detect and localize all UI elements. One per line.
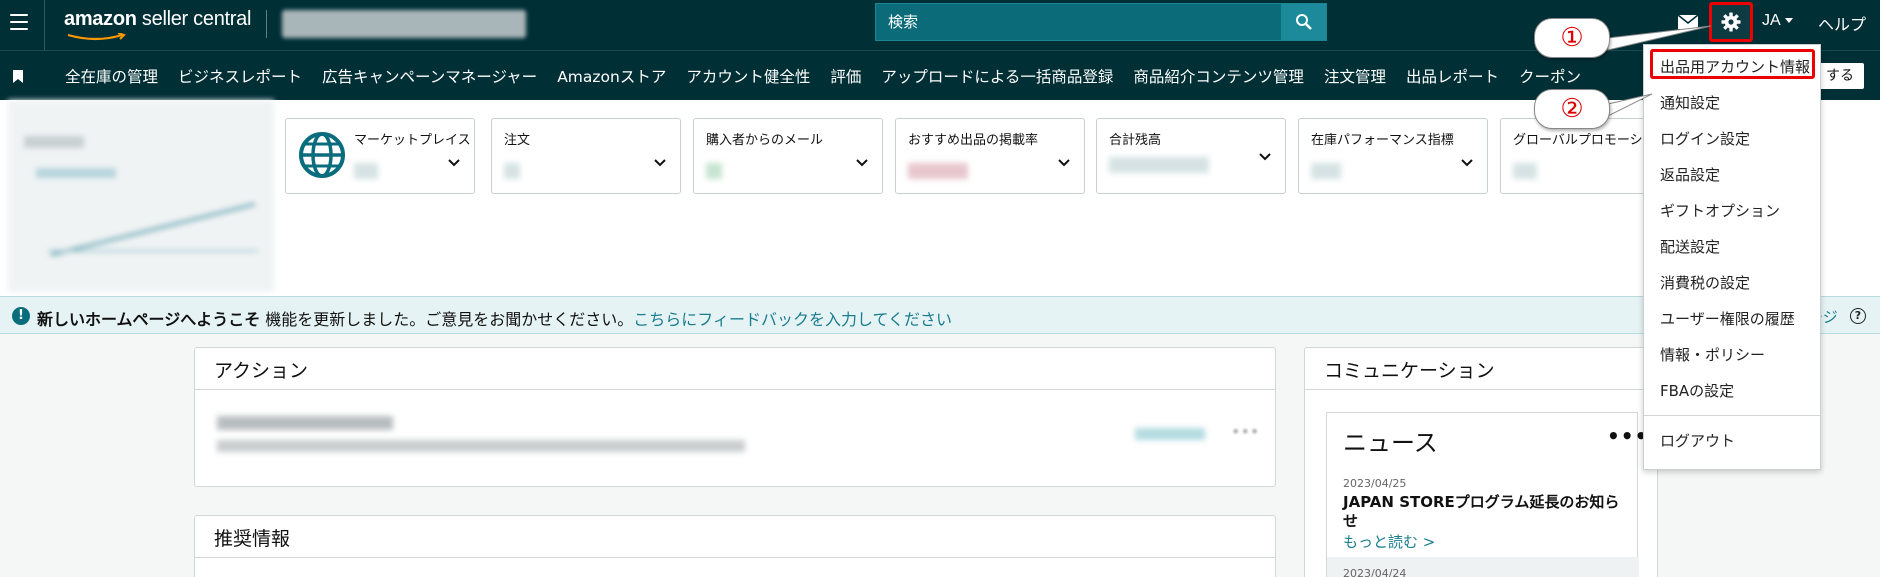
divider [44,0,45,50]
news-date: 2023/04/24 [1327,557,1639,577]
menu-item-logout[interactable]: ログアウト [1660,430,1735,451]
card-value [1109,157,1209,173]
logo-seller-central-text: seller central [136,8,252,30]
card-title: マーケットプレイス [354,133,471,148]
menu-item-user-permissions-history[interactable]: ユーザー権限の履歴 [1660,308,1795,329]
nav-item-orders[interactable]: 注文管理 [1324,65,1386,87]
amazon-smile-icon [67,33,126,41]
nav-item-account-health[interactable]: アカウント健全性 [686,65,810,87]
chevron-down-icon[interactable] [654,159,666,167]
card-value [706,163,722,179]
search-icon [1295,14,1312,30]
chevron-down-icon[interactable] [448,159,460,167]
news-headline[interactable]: JAPAN STOREプログラム延長のお知らせ [1343,493,1633,531]
news-widget: ニュース ••• 2023/04/25 JAPAN STOREプログラム延長のお… [1326,412,1647,577]
search-input[interactable] [876,4,1281,40]
mail-icon[interactable] [1677,14,1699,30]
more-options-icon[interactable]: ••• [1231,422,1259,441]
logo-amazon-text: amazon [64,8,137,30]
callout-step-2: ② [1534,89,1610,129]
card-title: おすすめ出品の掲載率 [908,133,1039,148]
recommendations-panel: 推奨情報 [194,515,1276,577]
nav-item-campaign-manager[interactable]: 広告キャンペーンマネージャー [322,65,537,87]
banner-title: 新しいホームページへようこそ [37,310,261,329]
card-total-balance[interactable]: 合計残高 [1096,118,1286,194]
chevron-down-icon[interactable] [1058,159,1070,167]
help-link[interactable]: ヘルプ [1818,11,1866,35]
card-value [354,163,378,179]
read-more-link[interactable]: もっと読む > [1343,531,1435,552]
dashboard-summary: マーケットプレイス 注文 購入者からのメール おすすめ出品の掲載率 合計残高 在… [0,100,1880,296]
menu-item-info-policy[interactable]: 情報・ポリシー [1660,344,1765,365]
card-value [1311,163,1341,179]
card-marketplace[interactable]: マーケットプレイス [285,118,475,194]
hamburger-menu-icon[interactable] [10,14,28,30]
news-title: ニュース [1343,429,1438,457]
action-panel: アクション ••• [194,347,1276,487]
menu-item-shipping-settings[interactable]: 配送設定 [1660,236,1720,257]
sales-graph-widget [8,100,274,292]
panel-title: アクション [195,348,1275,390]
search-button[interactable] [1281,4,1326,40]
menu-item-label: 出品用アカウント情報 [1660,58,1811,76]
bookmark-icon[interactable] [13,70,23,83]
panel-title: 推奨情報 [195,516,1275,558]
amazon-seller-central-logo[interactable]: amazon seller central [64,8,254,42]
action-item-text [217,440,745,452]
chevron-down-icon[interactable] [1259,153,1271,161]
nav-item-inventory[interactable]: 全在庫の管理 [65,65,158,87]
feedback-link[interactable]: こちらにフィードバックを入力してください [633,310,952,329]
menu-divider [1644,415,1820,416]
chevron-down-icon[interactable] [1461,159,1473,167]
settings-dropdown-menu: 出品用アカウント情報 通知設定 ログイン設定 返品設定 ギフトオプション 配送設… [1643,44,1821,470]
card-title: 合計残高 [1109,133,1162,148]
card-inventory-performance[interactable]: 在庫パフォーマンス指標 [1298,118,1488,194]
card-orders[interactable]: 注文 [491,118,681,194]
menu-item-seller-account-info[interactable]: 出品用アカウント情報 [1650,49,1815,79]
card-title: 購入者からのメール [706,133,824,148]
menu-item-return-settings[interactable]: 返品設定 [1660,164,1720,185]
card-buyer-messages[interactable]: 購入者からのメール [693,118,883,194]
card-value [1513,163,1537,179]
help-question-icon[interactable]: ? [1850,308,1866,324]
menu-item-login-settings[interactable]: ログイン設定 [1660,128,1750,149]
banner-text: 新しいホームページへようこそ 機能を更新しました。ご意見をお聞かせください。こち… [37,306,952,330]
card-title: 注文 [504,133,531,148]
store-selector[interactable] [282,10,526,38]
globe-icon [299,132,345,178]
banner-message: 機能を更新しました。ご意見をお聞かせください。 [260,310,634,329]
nav-item-a-plus-content[interactable]: 商品紹介コンテンツ管理 [1133,65,1304,87]
card-title: 在庫パフォーマンス指標 [1311,133,1454,148]
caret-down-icon [1784,18,1793,24]
nav-item-coupons[interactable]: クーポン [1519,65,1581,87]
menu-item-tax-settings[interactable]: 消費税の設定 [1660,272,1750,293]
card-value [504,163,520,179]
card-featured-offer[interactable]: おすすめ出品の掲載率 [895,118,1085,194]
chevron-down-icon[interactable] [856,159,868,167]
nav-items: 全在庫の管理 ビジネスレポート 広告キャンペーンマネージャー Amazonストア… [65,65,1581,87]
info-icon: ! [12,307,30,325]
language-label: JA [1762,12,1781,29]
menu-item-notification-settings[interactable]: 通知設定 [1660,92,1720,113]
gear-icon [1721,12,1741,32]
search-box [875,3,1327,41]
nav-item-listing-reports[interactable]: 出品レポート [1406,65,1499,87]
settings-button[interactable] [1709,2,1753,42]
menu-item-fba-settings[interactable]: FBAの設定 [1660,380,1734,401]
language-selector[interactable]: JA [1762,12,1793,30]
news-date: 2023/04/25 [1343,477,1407,490]
card-value [908,163,968,179]
nav-item-bulk-upload[interactable]: アップロードによる一括商品登録 [881,65,1113,87]
nav-item-feedback[interactable]: 評価 [830,65,861,87]
callout-step-1: ① [1534,18,1610,58]
action-item-link[interactable] [1135,428,1205,440]
action-item-title [217,416,393,430]
nav-item-business-reports[interactable]: ビジネスレポート [178,65,302,87]
panel-title: コミュニケーション [1305,348,1657,390]
menu-item-gift-options[interactable]: ギフトオプション [1660,200,1780,221]
card-global-promotion[interactable]: グローバルプロモーション [1500,118,1669,194]
divider [266,10,267,38]
nav-item-amazon-store[interactable]: Amazonストア [557,65,666,87]
welcome-banner: ! 新しいホームページへようこそ 機能を更新しました。ご意見をお聞かせください。… [0,296,1880,334]
